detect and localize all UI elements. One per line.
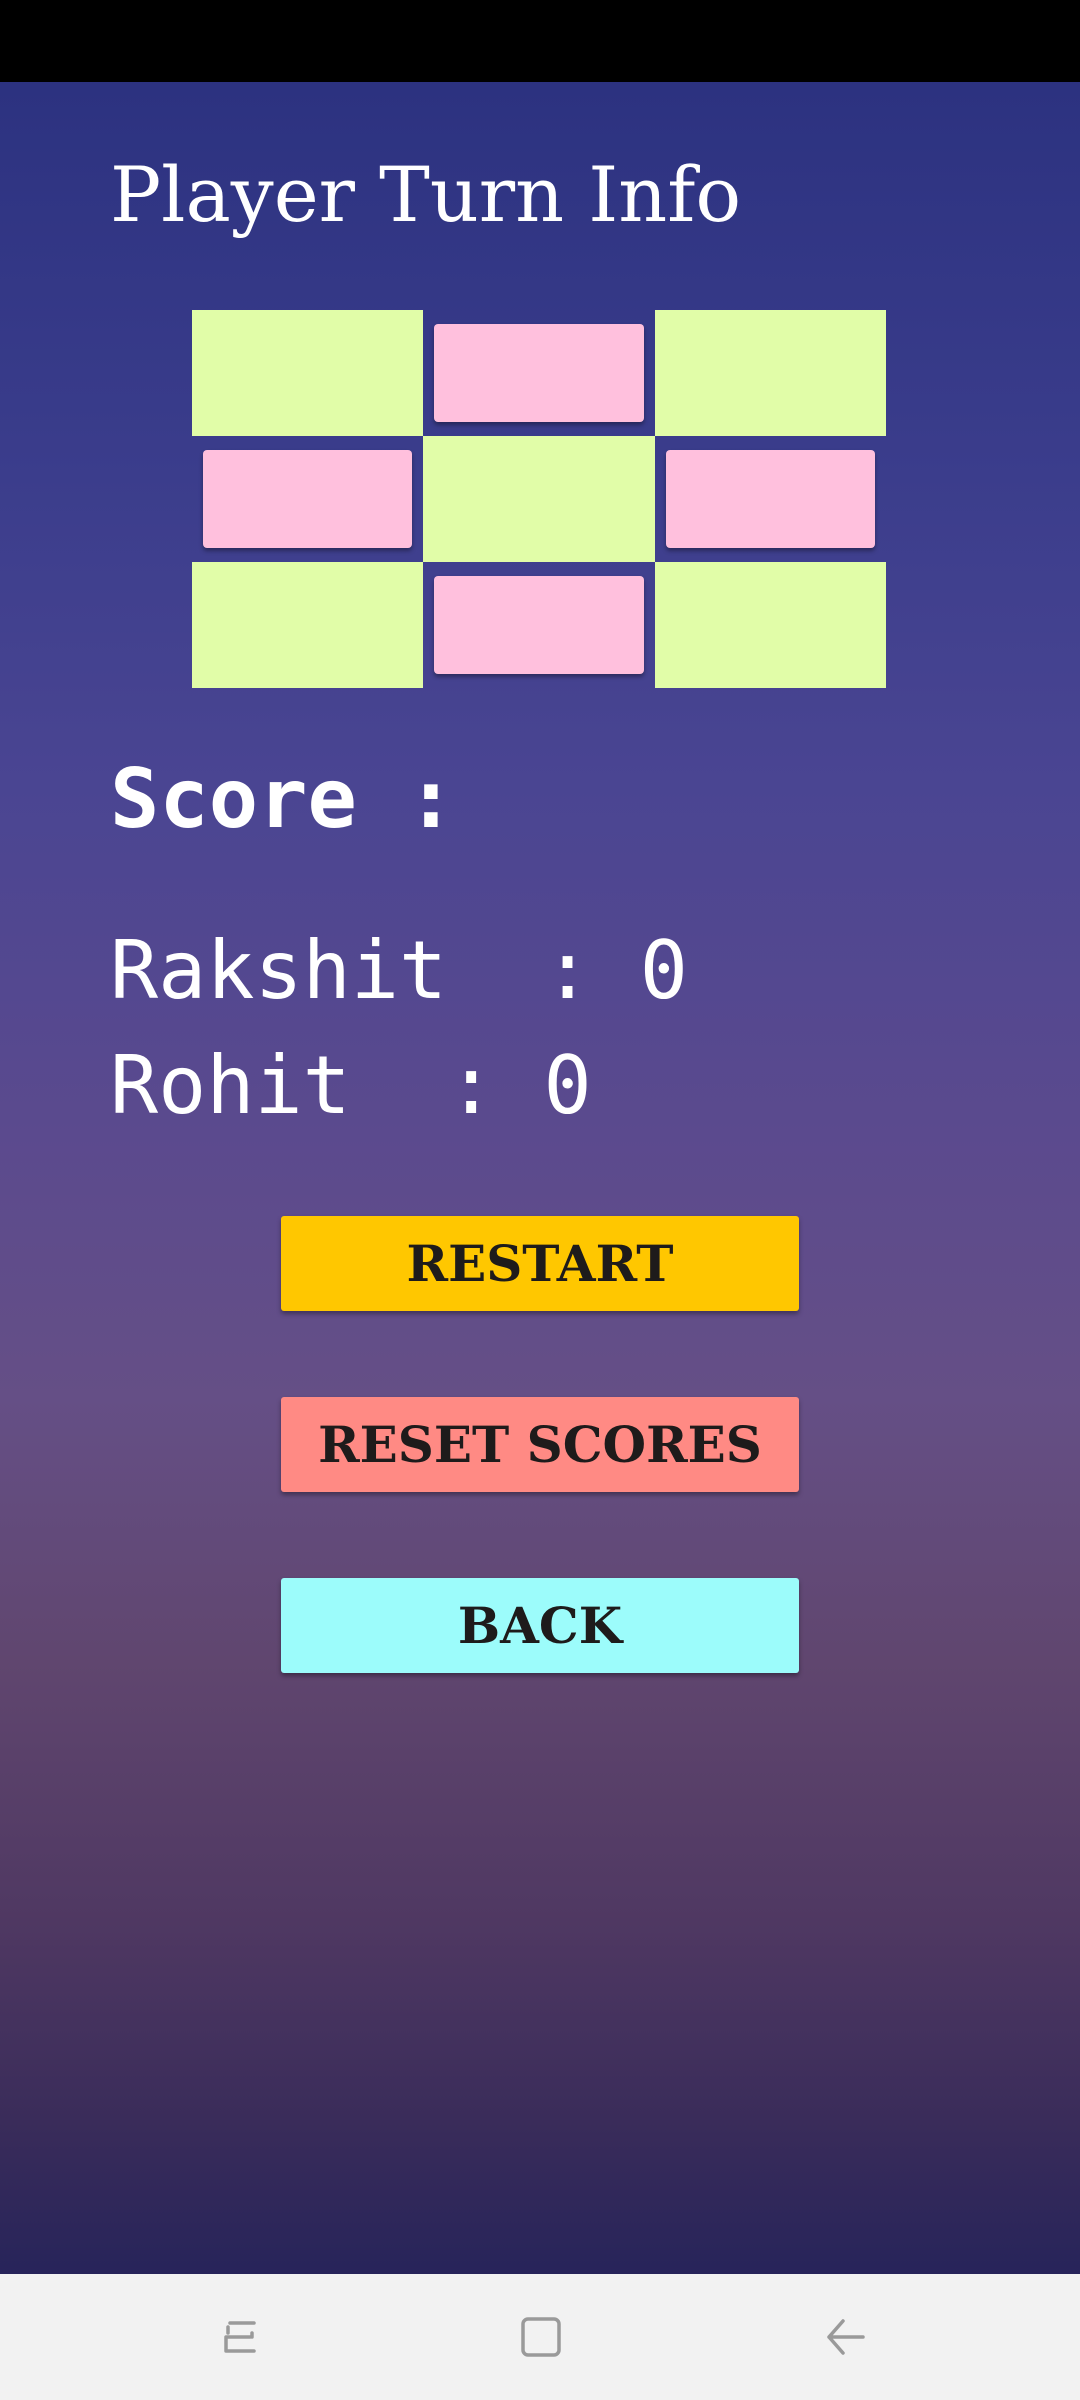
app-screen: Player Turn Info Score : Rakshit : 0 Roh…	[0, 82, 1080, 2274]
recents-icon	[224, 2321, 256, 2353]
board-cell-4[interactable]	[192, 436, 423, 562]
board-cell-3[interactable]	[654, 310, 886, 436]
reset-scores-button[interactable]: RESET SCORES	[281, 1397, 799, 1492]
player-score-rohit: Rohit : 0	[110, 1039, 592, 1132]
status-bar	[0, 0, 1080, 82]
back-button[interactable]: BACK	[281, 1578, 799, 1673]
restart-button[interactable]: RESTART	[281, 1216, 799, 1311]
board-cell-2[interactable]	[423, 310, 654, 436]
board-tile	[434, 576, 644, 674]
score-heading: Score :	[110, 752, 456, 847]
board-cell-8[interactable]	[423, 562, 654, 688]
back-nav-button[interactable]	[805, 2302, 885, 2372]
board-tile	[203, 450, 413, 548]
board-cell-7[interactable]	[192, 562, 424, 688]
page-title: Player Turn Info	[110, 150, 742, 239]
home-nav-button[interactable]	[500, 2302, 580, 2372]
game-board	[192, 310, 886, 688]
home-icon	[521, 2317, 561, 2357]
board-tile	[665, 450, 875, 548]
board-cell-5[interactable]	[423, 436, 655, 562]
recents-nav-button[interactable]	[200, 2302, 280, 2372]
board-cell-9[interactable]	[654, 562, 886, 688]
system-navigation-bar	[0, 2274, 1080, 2400]
back-icon	[827, 2319, 865, 2355]
board-tile	[434, 324, 644, 422]
player-score-rakshit: Rakshit : 0	[110, 924, 688, 1017]
board-cell-6[interactable]	[655, 436, 886, 562]
board-cell-1[interactable]	[192, 310, 424, 436]
